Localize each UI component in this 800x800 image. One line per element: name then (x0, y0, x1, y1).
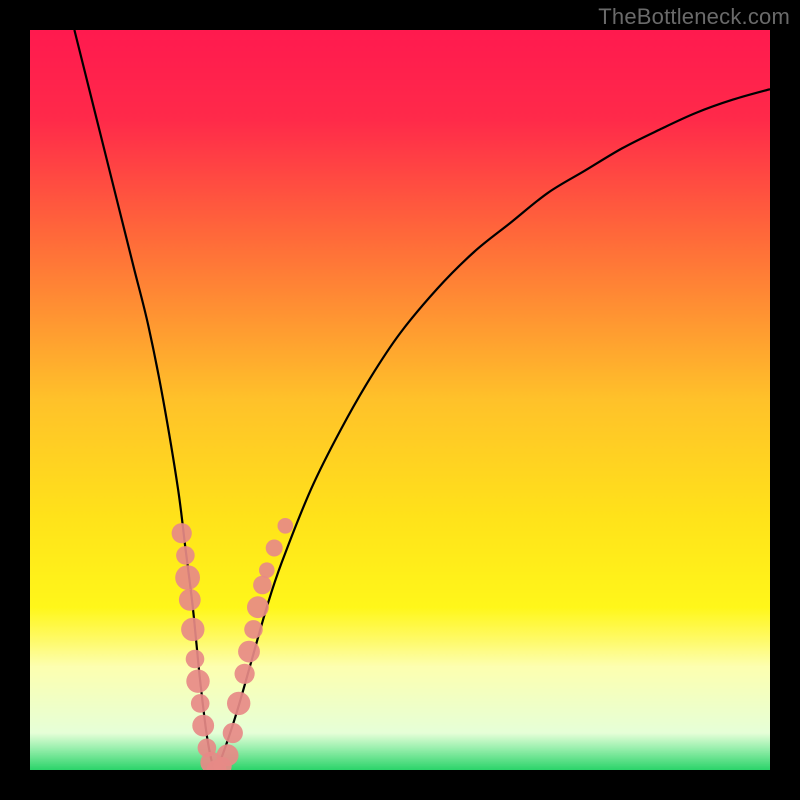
background-gradient (30, 30, 770, 770)
watermark-text: TheBottleneck.com (598, 4, 790, 30)
plot-frame (30, 30, 770, 770)
